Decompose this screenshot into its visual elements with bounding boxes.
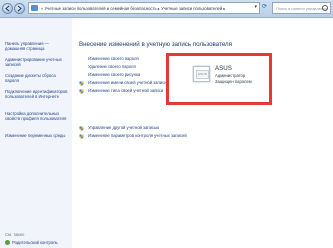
back-arrow-icon [5,5,10,12]
manage-other-account-link[interactable]: Управление другой учетной записью [88,125,159,131]
control-panel-icon [31,5,38,11]
search-input[interactable]: Поиск в панели управления [272,2,331,14]
sidebar-item-online-ids[interactable]: Подключение идентификаторов пользователе… [5,89,69,100]
sidebar: Панель управления — домашняя страница Ад… [0,18,72,248]
sidebar-item-home[interactable]: Панель управления — домашняя страница [5,41,69,52]
address-bar[interactable]: « Учетные записи пользователей и семейна… [28,2,260,14]
remove-password-link[interactable]: Удаление своего пароля [88,64,136,70]
uac-shield-icon [79,126,84,131]
parental-control-icon [5,240,10,245]
refresh-icon[interactable]: ⟳ [262,3,267,10]
breadcrumb[interactable]: « Учетные записи пользователей и семейна… [41,4,225,13]
change-account-name-link[interactable]: Изменение имени своей учетной записи [88,80,167,86]
parental-control-link[interactable]: Родительский контроль [5,240,58,245]
search-icon[interactable] [322,5,328,11]
sidebar-item-profile-props[interactable]: Настройка дополнительных свойств профиля… [5,111,69,122]
sidebar-item-manage-accounts[interactable]: Администрирование учетных записей [5,57,69,68]
search-placeholder: Поиск в панели управления [276,6,328,11]
sidebar-item-reset-disk[interactable]: Создание дискеты сброса пароля [5,73,69,84]
change-password-link[interactable]: Изменение своего пароля [88,56,139,62]
forward-arrow-icon [17,5,22,12]
control-panel-window: « Учетные записи пользователей и семейна… [0,0,333,248]
change-account-type-link[interactable]: Изменение типа своей учетной записи [88,88,163,94]
see-also-heading: См. также [5,232,25,237]
change-picture-link[interactable]: Изменение своего рисунка [88,72,140,78]
uac-shield-icon [79,81,84,86]
address-toolbar: « Учетные записи пользователей и семейна… [0,0,333,18]
chevron-down-icon[interactable]: ▾ [254,4,257,10]
sidebar-item-env-vars[interactable]: Изменение переменных среды [5,133,69,138]
page-title: Внесение изменений в учетную запись поль… [79,41,233,48]
back-button[interactable] [2,3,13,14]
parental-control-label: Родительский контроль [12,240,58,245]
uac-settings-link[interactable]: Изменение параметров контроля учетных за… [88,133,187,139]
highlight-box [166,53,272,105]
uac-shield-icon [79,134,84,139]
uac-shield-icon [79,89,84,94]
forward-button[interactable] [14,3,25,14]
